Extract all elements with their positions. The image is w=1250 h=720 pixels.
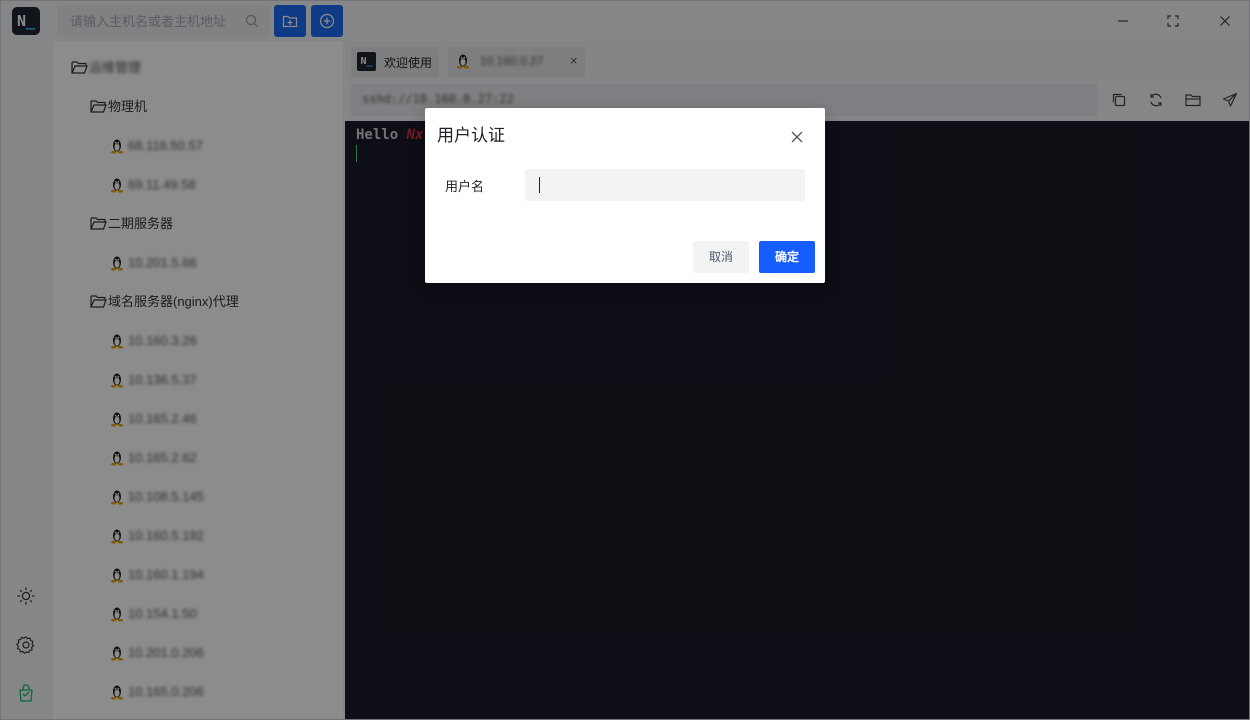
input-caret <box>539 177 540 193</box>
dialog-title: 用户认证 <box>437 126 505 145</box>
cancel-button[interactable]: 取消 <box>693 241 749 273</box>
auth-dialog: 用户认证 用户名 取消 确定 <box>425 108 825 283</box>
username-input[interactable] <box>525 169 805 201</box>
close-icon[interactable] <box>788 128 806 146</box>
username-label: 用户名 <box>445 179 485 194</box>
confirm-button[interactable]: 确定 <box>759 241 815 273</box>
